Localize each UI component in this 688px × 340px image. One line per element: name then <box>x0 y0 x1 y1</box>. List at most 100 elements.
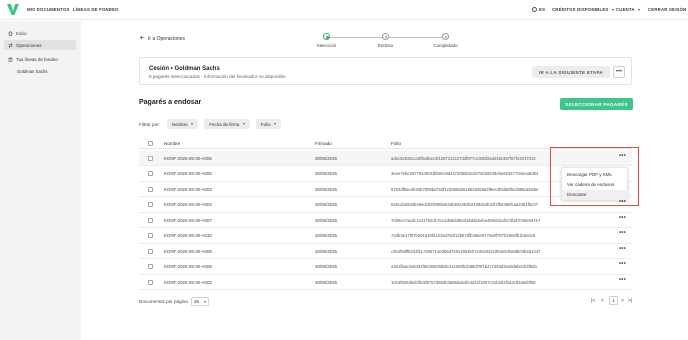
sidebar-item-lineas-fondeo[interactable]: Tus líneas de fondeo <box>4 54 76 64</box>
cell-firmado: 30/05/2025 <box>315 264 337 269</box>
next-stage-button[interactable]: IR A LA SIGUIENTE ETAPA <box>532 66 610 78</box>
current-page-indicator[interactable]: 1 <box>609 296 618 305</box>
previous-page-button[interactable]: < <box>601 298 604 304</box>
select-pagares-button[interactable]: SELECCIONAR PAGARÉS <box>560 98 633 110</box>
column-header-firmado[interactable]: Firmado <box>315 141 332 146</box>
cell-folio: 1016f626d5dcfbc9f5757d5b0b3a86dab4fe4d21… <box>391 279 536 285</box>
chevron-down-icon <box>191 123 194 125</box>
column-header-folio[interactable]: Folio <box>391 141 401 146</box>
step-dot-completado <box>442 33 449 40</box>
next-page-button[interactable]: > <box>621 298 624 304</box>
nav-creditos-disponibles[interactable]: CRÉDITOS DISPONIBLES <box>552 7 614 12</box>
per-page-select[interactable]: 25 <box>191 297 209 306</box>
row-checkbox[interactable] <box>148 264 153 269</box>
nav-cuenta[interactable]: CUENTA <box>616 7 641 12</box>
row-checkbox[interactable] <box>148 202 153 207</box>
cell-folio: 045cda2533b49edcb0f288b4616b84e493b2438d… <box>391 202 538 207</box>
sidebar-item-inicio[interactable]: Inicio <box>4 28 76 38</box>
cell-nombre: KONF-2025-05-30-A004 <box>164 202 212 207</box>
chevron-down-icon <box>204 300 206 303</box>
table-row[interactable]: KONF-2025-05-30-A009 30/05/2025 c254f99f… <box>139 244 632 259</box>
company-logo-icon[interactable] <box>7 3 19 16</box>
sidebar-item-label: Tus líneas de fondeo <box>16 56 58 62</box>
cuenta-label: CUENTA <box>616 7 635 12</box>
section-title: Pagarés a endosar <box>139 99 202 106</box>
cell-nombre: KONF-2025-05-30-A010 <box>164 233 212 238</box>
language-selector[interactable]: ES <box>532 7 545 12</box>
table-row[interactable]: KONF-2025-05-30-A002 30/05/2025 1016f626… <box>139 275 632 290</box>
sidebar: Inicio Operaciones Tus líneas de fondeo … <box>0 21 81 340</box>
column-header-nombre[interactable]: Nombre <box>164 141 180 146</box>
back-link-label: Ir a Operaciones <box>148 35 185 42</box>
nav-cerrar-sesion[interactable]: CERRAR SESIÓN <box>648 7 686 12</box>
stepper-connector <box>389 36 442 38</box>
cell-firmado: 30/05/2025 <box>315 155 337 161</box>
cell-nombre: KONF-2025-05-30-A005 <box>164 171 212 176</box>
last-page-button[interactable]: >| <box>628 298 632 304</box>
menu-item-view-endorsement-chain[interactable]: Ver cadena de endosos <box>562 179 629 189</box>
cell-folio: a461fbae3e8432f8e383e0d59c321690bcb88d79… <box>391 264 537 269</box>
chevron-down-icon <box>242 123 245 125</box>
cell-nombre: KONF-2025-05-30-A006 <box>164 155 212 161</box>
cell-firmado: 30/05/2025 <box>315 171 337 176</box>
first-page-button[interactable]: |< <box>591 298 595 304</box>
per-page-label: Documentos por página <box>139 299 188 304</box>
table-row[interactable]: KONF-2025-05-30-A008 30/05/2025 a461fbae… <box>139 259 632 275</box>
stepper-connector <box>330 36 383 38</box>
cell-firmado: 30/05/2025 <box>315 233 337 238</box>
step-dot-endoso <box>382 33 389 40</box>
sidebar-item-operaciones[interactable]: Operaciones <box>4 40 76 50</box>
menu-item-discard[interactable]: Descartar <box>562 189 629 200</box>
row-checkbox[interactable] <box>148 186 153 192</box>
row-more-button[interactable]: ••• <box>619 246 626 252</box>
chevron-down-icon <box>611 8 614 11</box>
select-all-checkbox[interactable] <box>148 140 153 146</box>
card-subtitle: 9 pagarés seleccionados · Información de… <box>149 74 286 79</box>
cell-firmado: 30/05/2025 <box>315 217 337 223</box>
bank-icon <box>8 56 13 62</box>
filter-label: Filtrar por: <box>139 122 160 127</box>
row-checkbox[interactable] <box>148 233 153 238</box>
cell-nombre: KONF-2025-05-30-A002 <box>164 279 212 285</box>
row-more-button[interactable]: ••• <box>619 215 626 221</box>
sidebar-item-label: Operaciones <box>16 42 42 48</box>
filter-folio[interactable]: Folio <box>256 119 281 129</box>
row-checkbox[interactable] <box>148 217 153 223</box>
chevron-down-icon <box>274 123 277 125</box>
cell-folio: 5753df9ae4b34b7008bd7e6f1c5556ab51863d46… <box>391 186 539 192</box>
cell-nombre: KONF-2025-05-30-A009 <box>164 248 212 254</box>
nav-lineas-fondeo[interactable]: LÍNEAS DE FONDEO <box>73 7 119 12</box>
nav-mis-documentos[interactable]: MIS DOCUMENTOS <box>27 7 70 12</box>
step-label-seleccion: Selección <box>316 43 337 48</box>
menu-item-download-pdf-xml[interactable]: Descargar PDF y XML <box>562 169 629 179</box>
transfer-icon <box>8 42 13 48</box>
row-checkbox[interactable] <box>148 279 153 285</box>
row-checkbox[interactable] <box>148 171 153 176</box>
back-to-operaciones-link[interactable]: Ir a Operaciones <box>140 35 185 42</box>
per-page-value: 25 <box>194 299 200 304</box>
language-label: ES <box>539 7 546 12</box>
table-row[interactable]: KONF-2025-05-30-A007 30/05/2025 7eb5ec7a… <box>139 213 632 228</box>
row-actions-menu: Descargar PDF y XML Ver cadena de endoso… <box>561 167 629 200</box>
cell-firmado: 30/05/2025 <box>315 202 337 207</box>
sidebar-subitem-goldman-sachs[interactable]: Goldman Sachs <box>17 69 48 74</box>
filter-chip-label: Folio <box>260 121 271 127</box>
row-more-button[interactable]: ••• <box>619 261 626 267</box>
row-more-button[interactable]: ••• <box>619 277 626 283</box>
table-row[interactable]: KONF-2025-05-30-A010 30/05/2025 74db3e17… <box>139 228 632 244</box>
cell-folio: adec92633ccc6f8cd5ec3f1287212c27d3f977ce… <box>391 155 536 161</box>
filter-fecha-firma[interactable]: Fecha de firma <box>204 119 250 129</box>
globe-icon <box>532 7 537 12</box>
card-more-button[interactable]: ••• <box>613 66 625 78</box>
filter-nombre[interactable]: Nombre <box>167 119 198 129</box>
row-more-button[interactable]: ••• <box>619 230 626 236</box>
cell-firmado: 30/05/2025 <box>315 248 337 254</box>
row-checkbox[interactable] <box>148 248 153 254</box>
cell-nombre: KONF-2025-05-30-A003 <box>164 186 212 192</box>
row-checkbox[interactable] <box>148 155 153 161</box>
top-navigation-bar: MIS DOCUMENTOS LÍNEAS DE FONDEO ES CRÉDI… <box>0 0 688 20</box>
sidebar-item-label: Inicio <box>16 30 27 36</box>
filter-chip-label: Nombre <box>171 121 188 127</box>
cell-firmado: 30/05/2025 <box>315 279 337 285</box>
creditos-label: CRÉDITOS DISPONIBLES <box>552 7 609 12</box>
